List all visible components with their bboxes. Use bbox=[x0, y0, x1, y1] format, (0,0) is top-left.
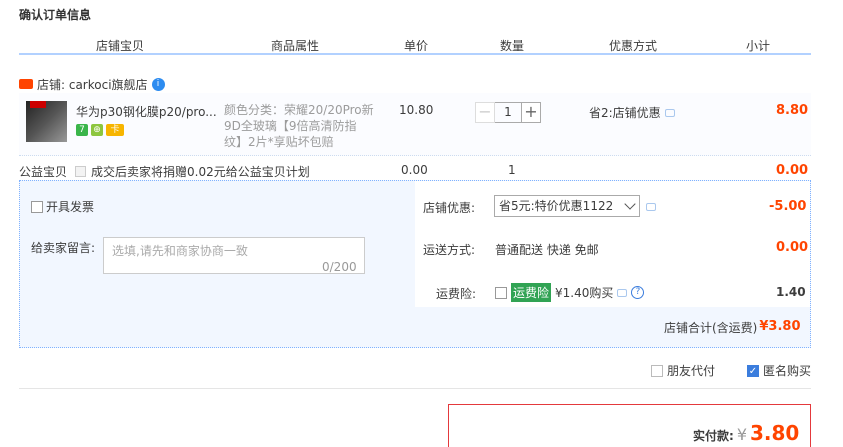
insurance-tag: 运费险 bbox=[511, 283, 552, 302]
friend-pay-option[interactable]: 朋友代付 bbox=[651, 362, 715, 379]
shop-total-label: 店铺合计(含运费) bbox=[664, 321, 758, 335]
invoice-option[interactable]: 开具发票 bbox=[31, 198, 94, 215]
insurance-amount: 1.40 bbox=[776, 285, 806, 299]
col-header-quantity: 数量 bbox=[500, 39, 525, 53]
shop-discount-selected: 省5元:特价优惠1122 bbox=[499, 199, 614, 213]
charity-qty: 1 bbox=[508, 163, 516, 177]
shop-name-link[interactable]: 店铺: carkoci旗舰店 bbox=[37, 76, 148, 93]
friend-pay-label: 朋友代付 bbox=[667, 364, 716, 378]
shipping-method: 普通配送 快递 免邮 bbox=[495, 243, 599, 257]
shop-row: 店铺: carkoci旗舰店 i bbox=[19, 75, 165, 93]
friend-pay-checkbox[interactable] bbox=[651, 364, 663, 377]
item-discount: 省2:店铺优惠 bbox=[589, 104, 675, 121]
message-placeholder: 选填,请先和商家协商一致 bbox=[112, 244, 248, 258]
header-divider bbox=[19, 53, 811, 55]
page-title: 确认订单信息 bbox=[19, 8, 92, 22]
charity-checkbox bbox=[75, 166, 86, 177]
credit-card-icon[interactable]: 卡 bbox=[106, 124, 124, 136]
charity-price: 0.00 bbox=[401, 163, 428, 177]
shipping-amount: 0.00 bbox=[776, 240, 809, 255]
product-name-link[interactable]: 华为p30钢化膜p20/pro... bbox=[76, 103, 217, 120]
message-label: 给卖家留言: bbox=[31, 241, 96, 255]
thumbnail-tag bbox=[30, 101, 46, 108]
consumer-protection-icon[interactable]: ⊕ bbox=[91, 124, 103, 136]
comment-icon[interactable] bbox=[664, 108, 675, 117]
shop-icon bbox=[19, 79, 33, 89]
charity-text: 成交后卖家将捐赠0.02元给公益宝贝计划 bbox=[91, 165, 310, 179]
item-subtotal: 8.80 bbox=[776, 103, 809, 118]
shop-total-row: 店铺合计(含运费) ¥3.80 bbox=[664, 319, 801, 336]
col-header-discount: 优惠方式 bbox=[609, 39, 658, 53]
comment-icon[interactable] bbox=[617, 288, 628, 297]
divider bbox=[19, 388, 811, 389]
decrement-button[interactable]: − bbox=[475, 102, 495, 123]
shop-discount-select[interactable]: 省5元:特价优惠1122 bbox=[494, 195, 640, 217]
currency-symbol: ¥ bbox=[736, 425, 747, 444]
pay-label: 实付款: bbox=[693, 429, 734, 443]
col-header-subtotal: 小计 bbox=[746, 39, 771, 53]
anonymous-checkbox[interactable]: ✓ bbox=[747, 364, 759, 377]
seven-day-return-icon[interactable]: 7 bbox=[76, 124, 88, 136]
col-header-shop-item: 店铺宝贝 bbox=[96, 39, 145, 53]
col-header-price: 单价 bbox=[404, 39, 429, 53]
invoice-checkbox[interactable] bbox=[31, 200, 43, 213]
col-header-attributes: 商品属性 bbox=[271, 39, 320, 53]
pay-amount: 3.80 bbox=[750, 421, 800, 445]
comment-icon[interactable] bbox=[646, 203, 656, 211]
quantity-stepper: − 1 + bbox=[475, 102, 541, 123]
shop-discount-value: -5.00 bbox=[769, 199, 807, 214]
shop-discount-label: 店铺优惠: bbox=[423, 201, 476, 215]
shipping-label: 运送方式: bbox=[423, 243, 476, 257]
product-attributes: 颜色分类：荣耀20/20Pro新9D全玻璃【9倍高清防指纹】2片*享贴坏包赔 bbox=[224, 103, 374, 149]
message-counter: 0/200 bbox=[322, 260, 357, 274]
insurance-option[interactable]: 运费险 ¥1.40购买 ? bbox=[495, 283, 645, 302]
insurance-checkbox[interactable] bbox=[495, 286, 507, 299]
charity-label: 公益宝贝 bbox=[19, 165, 68, 179]
insurance-label: 运费险: bbox=[436, 287, 477, 301]
chat-icon[interactable]: i bbox=[151, 77, 165, 91]
discount-text: 省2:店铺优惠 bbox=[589, 106, 661, 120]
help-icon[interactable]: ? bbox=[631, 286, 645, 299]
insurance-price: ¥1.40购买 bbox=[555, 286, 614, 300]
charity-subtotal: 0.00 bbox=[776, 163, 809, 178]
pay-row: 实付款: ¥ 3.80 bbox=[693, 421, 799, 445]
chevron-down-icon bbox=[624, 198, 636, 210]
increment-button[interactable]: + bbox=[521, 102, 541, 123]
quantity-input[interactable]: 1 bbox=[495, 102, 521, 123]
anonymous-option[interactable]: ✓ 匿名购买 bbox=[747, 362, 811, 379]
shop-total-value: ¥3.80 bbox=[759, 319, 801, 334]
anonymous-label: 匿名购买 bbox=[763, 364, 812, 378]
invoice-label: 开具发票 bbox=[46, 200, 95, 214]
unit-price: 10.80 bbox=[399, 103, 434, 117]
